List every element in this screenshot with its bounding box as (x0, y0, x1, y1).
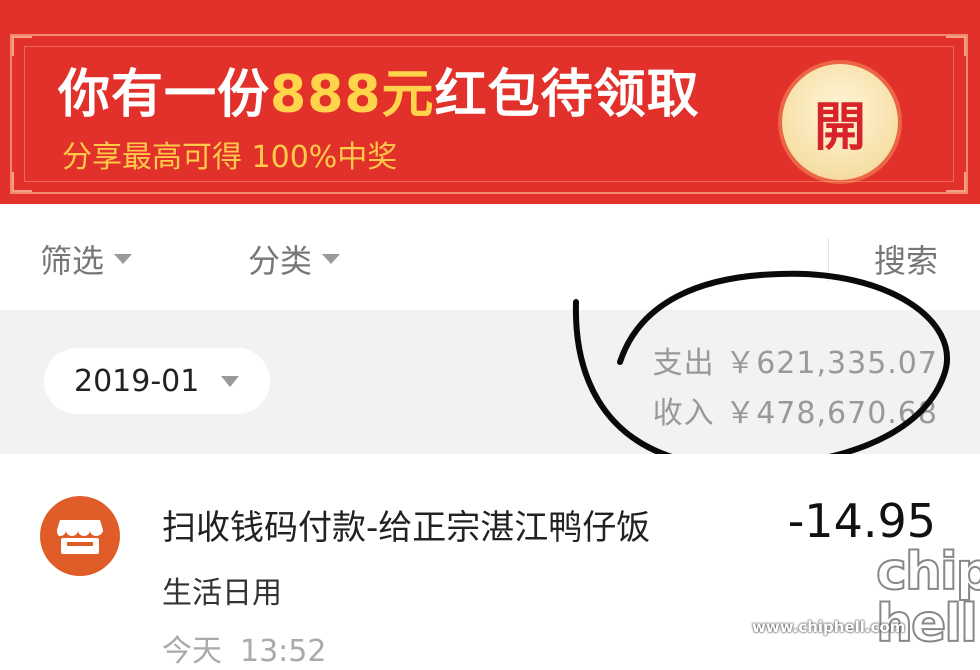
frame-corner-ornament (12, 172, 32, 192)
expense-total: 支出 ￥621,335.07 (653, 338, 938, 382)
open-button-label: 開 (813, 96, 866, 158)
red-packet-banner[interactable]: 你有一份888元红包待领取 分享最高可得 100%中奖 開 (0, 0, 980, 204)
income-label: 收入 (652, 396, 715, 431)
banner-title-suffix: 红包待领取 (434, 65, 700, 125)
banner-title-amount: 888元 (270, 65, 435, 125)
transaction-amount: -14.95 (787, 494, 936, 548)
banner-title: 你有一份888元红包待领取 (58, 52, 700, 127)
frame-corner-ornament (12, 36, 32, 56)
expense-value: ￥621,335.07 (725, 346, 938, 381)
transaction-category: 生活日用 (162, 576, 282, 611)
search-button[interactable]: 搜索 (874, 236, 938, 282)
search-label: 搜索 (873, 242, 938, 280)
transaction-time: 13:52 (240, 634, 327, 669)
transaction-timestamp: 今天 13:52 (162, 626, 326, 670)
frame-corner-ornament (946, 36, 966, 56)
caret-down-icon (322, 254, 341, 264)
month-summary: 2019-01 支出 ￥621,335.07 收入 ￥478,670.68 (0, 310, 980, 454)
watermark-url: www.chiphell.com (752, 618, 906, 636)
caret-down-icon (221, 375, 240, 387)
category-label: 分类 (248, 242, 313, 280)
banner-title-prefix: 你有一份 (58, 65, 271, 125)
filter-bar: 筛选 分类 搜索 (0, 204, 980, 310)
caret-down-icon (114, 254, 133, 264)
open-red-packet-button[interactable]: 開 (782, 64, 898, 180)
filter-label: 筛选 (40, 242, 105, 280)
store-icon (40, 496, 120, 576)
frame-corner-ornament (946, 172, 966, 192)
banner-subtitle: 分享最高可得 100%中奖 (62, 140, 398, 175)
income-value: ￥478,670.68 (725, 396, 938, 431)
category-dropdown[interactable]: 分类 (248, 236, 341, 282)
month-picker[interactable]: 2019-01 (44, 348, 270, 414)
income-total: 收入 ￥478,670.68 (653, 388, 938, 432)
filter-dropdown[interactable]: 筛选 (40, 236, 133, 282)
transaction-title: 扫收钱码付款-给正宗湛江鸭仔饭 (162, 508, 651, 548)
transaction-date: 今天 (162, 634, 222, 669)
divider (828, 238, 829, 282)
month-value: 2019-01 (74, 363, 200, 399)
expense-label: 支出 (652, 346, 715, 381)
